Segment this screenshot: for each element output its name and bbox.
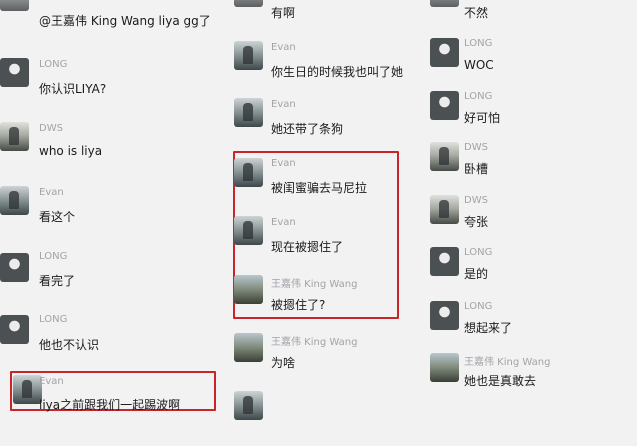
figure-shape <box>243 221 253 239</box>
evan-avatar[interactable] <box>0 186 29 215</box>
sender-name: LONG <box>39 251 68 262</box>
long-avatar[interactable] <box>0 58 29 87</box>
figure-shape <box>439 147 449 165</box>
message-text: @王嘉伟 King Wang liya gg了 <box>39 14 211 28</box>
message-item[interactable]: LONG 看完了 <box>0 250 225 308</box>
figure-shape <box>243 46 253 64</box>
sender-name: Evan <box>271 158 296 169</box>
sender-name: DWS <box>464 142 488 153</box>
message-text: 夸张 <box>464 215 489 229</box>
evan-avatar[interactable] <box>234 41 263 70</box>
sender-name: 王嘉伟 King Wang <box>271 337 358 348</box>
message-item[interactable]: 王嘉伟 King Wang 被摁住了? <box>234 272 424 330</box>
long-avatar[interactable] <box>430 247 459 276</box>
message-item[interactable] <box>234 388 424 446</box>
message-text: 现在被摁住了 <box>271 240 344 254</box>
message-text: 想起来了 <box>464 321 513 335</box>
message-item[interactable]: DWS 卧槽 <box>430 139 637 197</box>
figure-shape <box>243 163 253 181</box>
message-text: 好可怕 <box>464 111 501 125</box>
message-text: 有啊 <box>271 6 296 20</box>
sender-name: DWS <box>39 123 63 134</box>
message-item[interactable]: DWS who is liya <box>0 119 225 177</box>
sender-name: LONG <box>39 314 68 325</box>
sender-name: LONG <box>464 91 493 102</box>
message-item[interactable]: @王嘉伟 King Wang liya gg了 <box>0 0 225 50</box>
message-text: 是的 <box>464 267 489 281</box>
message-text: 为啥 <box>271 356 296 370</box>
chat-column-3: 不然 LONG WOC LONG 好可怕 DWS 卧槽 DWS 夸张 LONG … <box>430 0 637 405</box>
message-item[interactable]: DWS 夸张 <box>430 192 637 250</box>
long-avatar[interactable] <box>430 91 459 120</box>
sender-name: Evan <box>271 217 296 228</box>
long-avatar[interactable] <box>0 315 29 344</box>
figure-shape <box>439 200 449 218</box>
dws-avatar[interactable] <box>430 142 459 171</box>
sender-name: Evan <box>271 99 296 110</box>
figure-shape <box>22 380 32 398</box>
long-avatar[interactable] <box>430 301 459 330</box>
message-text: 被闺蜜骗去马尼拉 <box>271 181 368 195</box>
message-text: 你生日的时候我也叫了她 <box>271 65 404 79</box>
figure-shape <box>9 191 19 209</box>
sender-name: 王嘉伟 King Wang <box>271 279 358 290</box>
evan-avatar[interactable] <box>234 216 263 245</box>
evan-avatar[interactable] <box>13 375 42 404</box>
chat-column-1: @王嘉伟 King Wang liya gg了 LONG 你认识LIYA? DW… <box>0 0 225 412</box>
message-text: 被摁住了? <box>271 298 326 312</box>
message-item[interactable]: Evan 你生日的时候我也叫了她 <box>234 38 424 96</box>
message-item[interactable]: Evan 看这个 <box>0 183 225 241</box>
figure-shape <box>243 103 253 121</box>
wang-avatar[interactable] <box>234 333 263 362</box>
long-avatar[interactable] <box>430 38 459 67</box>
evan-avatar[interactable] <box>234 158 263 187</box>
hidden-avatar[interactable] <box>0 0 29 11</box>
figure-shape <box>243 396 253 414</box>
sender-name: LONG <box>464 301 493 312</box>
message-item[interactable]: LONG 他也不认识 <box>0 312 225 370</box>
message-item[interactable]: LONG 好可怕 <box>430 88 637 146</box>
message-text: 看完了 <box>39 274 76 288</box>
message-text: WOC <box>464 58 494 72</box>
hidden-avatar[interactable] <box>234 0 263 7</box>
message-item[interactable]: Evan 现在被摁住了 <box>234 213 424 271</box>
wang-avatar[interactable] <box>234 275 263 304</box>
dws-avatar[interactable] <box>0 122 29 151</box>
sender-name: LONG <box>39 59 68 70</box>
message-item[interactable]: 王嘉伟 King Wang 为啥 <box>234 330 424 388</box>
message-item[interactable]: Evan 被闺蜜骗去马尼拉 <box>234 155 424 213</box>
message-text: 卧槽 <box>464 162 489 176</box>
sender-name: Evan <box>39 376 64 387</box>
sender-name: LONG <box>464 247 493 258</box>
message-item[interactable]: 王嘉伟 King Wang 她也是真敢去 <box>430 350 637 408</box>
figure-shape <box>9 127 19 145</box>
chat-column-2: 有啊 Evan 你生日的时候我也叫了她 Evan 她还带了条狗 Evan 被闺蜜… <box>233 0 424 420</box>
wang-avatar[interactable] <box>430 353 459 382</box>
message-text: who is liya <box>39 144 103 158</box>
message-text: 她还带了条狗 <box>271 122 344 136</box>
sender-name: Evan <box>271 42 296 53</box>
evan-avatar[interactable] <box>234 98 263 127</box>
message-text: 她也是真敢去 <box>464 374 537 388</box>
long-avatar[interactable] <box>0 253 29 282</box>
message-item[interactable]: LONG WOC <box>430 35 637 93</box>
message-item[interactable]: Evan 她还带了条狗 <box>234 95 424 153</box>
message-text: 不然 <box>464 6 489 20</box>
hidden-avatar[interactable] <box>430 0 459 7</box>
message-text: 看这个 <box>39 210 76 224</box>
message-item[interactable]: LONG 想起来了 <box>430 298 637 356</box>
message-item[interactable]: Evan liya之前跟我们一起踢波啊 <box>0 372 225 430</box>
message-item[interactable]: LONG 你认识LIYA? <box>0 55 225 113</box>
dws-avatar[interactable] <box>430 195 459 224</box>
sender-name: DWS <box>464 195 488 206</box>
sender-name: LONG <box>464 38 493 49</box>
sender-name: Evan <box>39 187 64 198</box>
message-text: 你认识LIYA? <box>39 82 107 96</box>
evan-avatar[interactable] <box>234 391 263 420</box>
message-item[interactable]: LONG 是的 <box>430 244 637 302</box>
sender-name: 王嘉伟 King Wang <box>464 357 551 368</box>
message-text: 他也不认识 <box>39 338 100 352</box>
